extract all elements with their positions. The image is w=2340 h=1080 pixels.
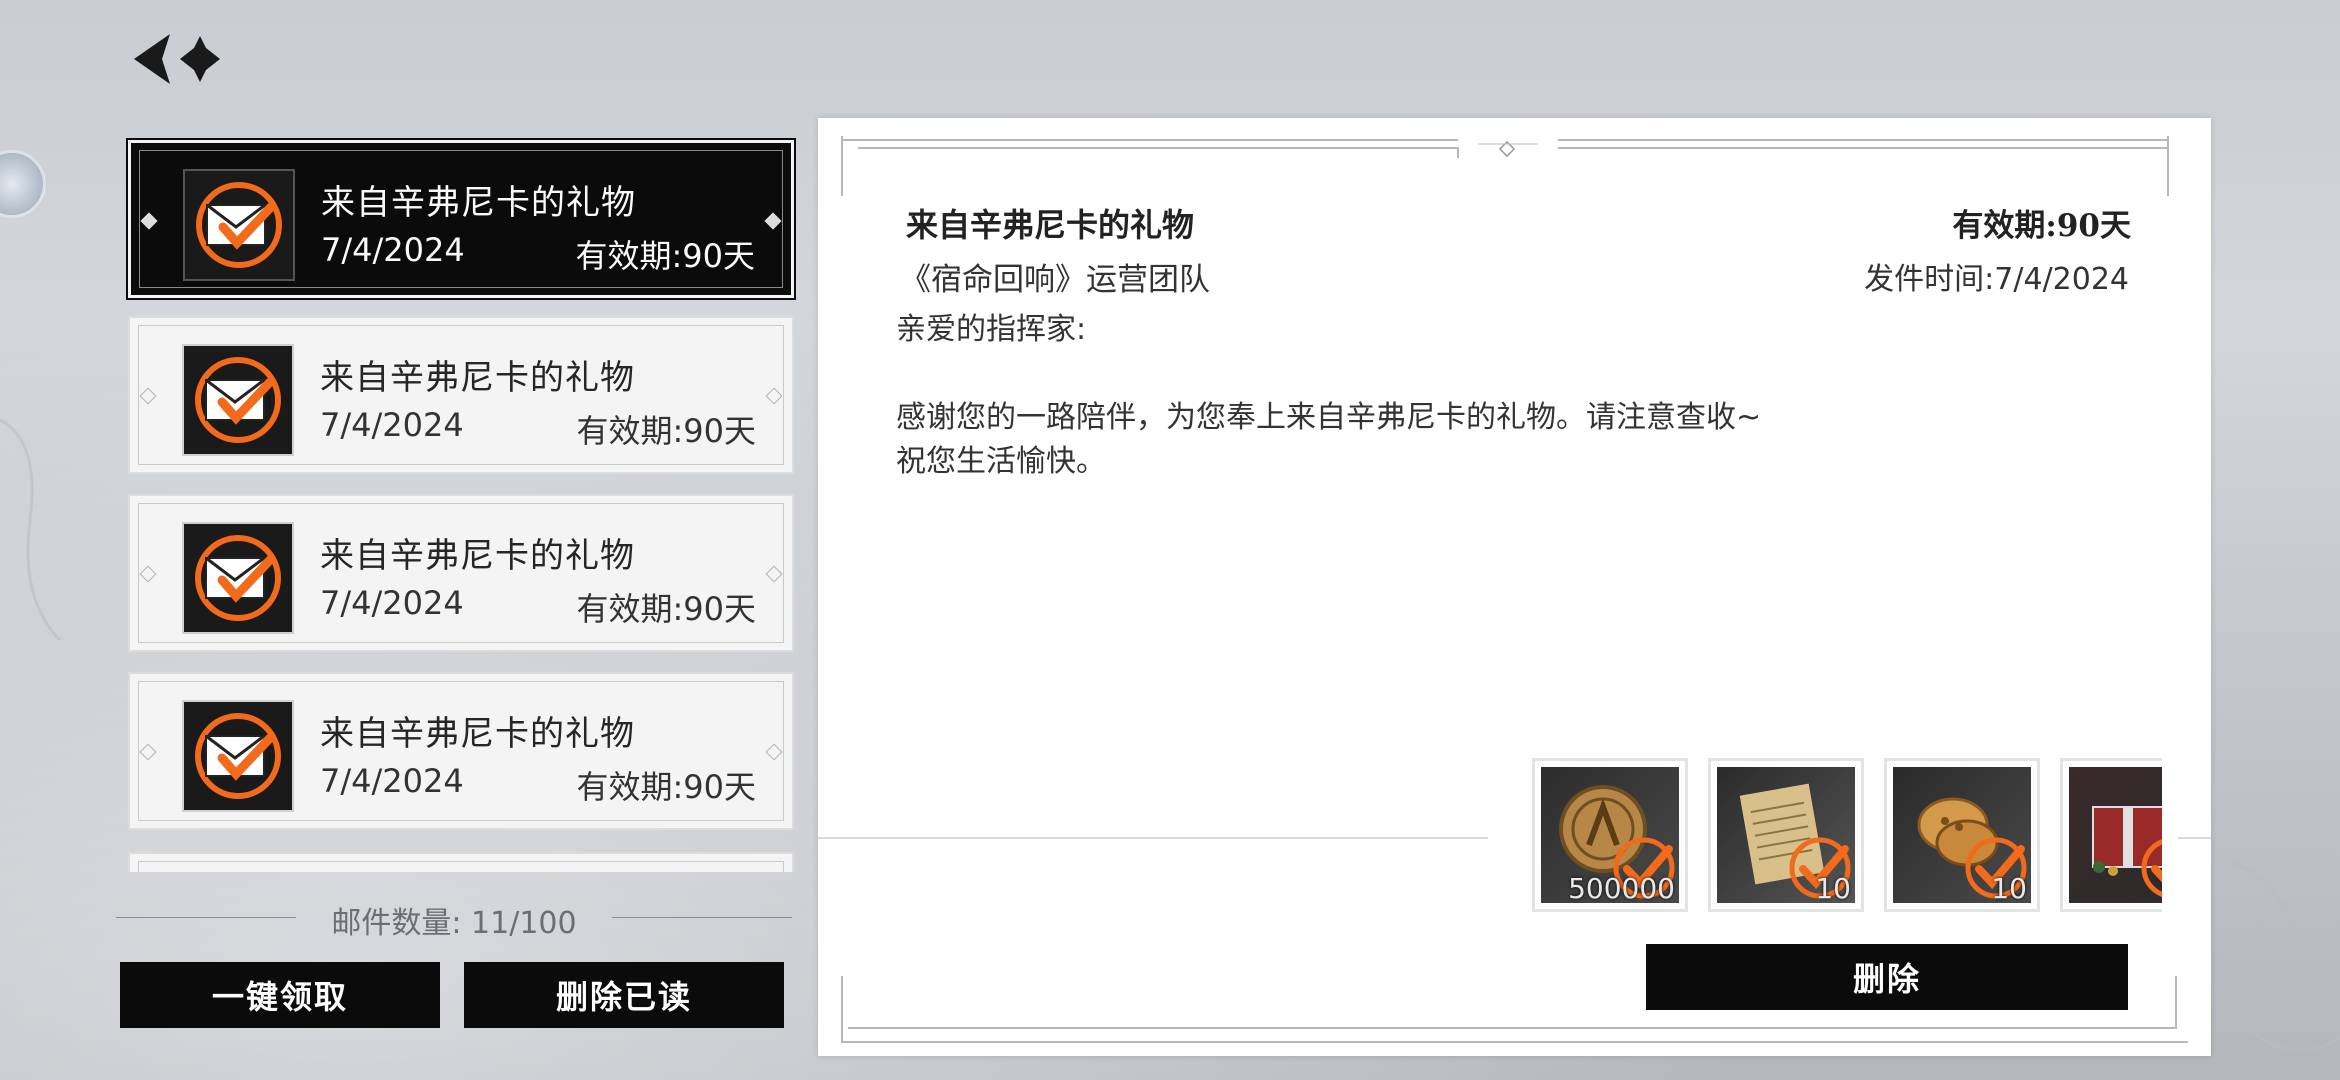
- delete-read-button[interactable]: 删除已读: [464, 962, 784, 1028]
- mail-date: 7/4/2024: [320, 406, 464, 444]
- reward-item[interactable]: 500000: [1532, 758, 1688, 912]
- mail-read-icon: [182, 344, 294, 456]
- mail-item-selected[interactable]: 来自辛弗尼卡的礼物 7/4/2024 有效期:90天: [126, 138, 796, 300]
- mail-read-icon: [182, 700, 294, 812]
- side-floating-orb[interactable]: [0, 150, 46, 218]
- mail-expiry: 有效期:90天: [576, 590, 756, 628]
- back-arrow-icon: [134, 34, 220, 84]
- claim-all-button[interactable]: 一键领取: [120, 962, 440, 1028]
- mail-item[interactable]: 来自辛弗尼卡的礼物 7/4/2024 有效期:90天: [128, 316, 794, 474]
- detail-greeting: 亲爱的指挥家:: [896, 312, 1087, 347]
- mail-date: 7/4/2024: [321, 231, 465, 269]
- mail-count: 邮件数量: 11/100: [331, 906, 577, 941]
- mail-count-row: 邮件数量: 11/100: [116, 898, 792, 941]
- reward-quantity: 10: [1815, 872, 1851, 905]
- detail-title: 来自辛弗尼卡的礼物: [906, 206, 1195, 244]
- mail-date: 7/4/2024: [320, 762, 464, 800]
- mail-item[interactable]: 来自辛弗尼卡的礼物 7/4/2024 有效期:90天: [128, 494, 794, 652]
- mail-read-icon: [182, 522, 294, 634]
- mail-expiry: 有效期:90天: [576, 412, 756, 450]
- mail-expiry: 有效期:90天: [575, 237, 755, 275]
- reward-item[interactable]: 10: [1708, 758, 1864, 912]
- reward-item[interactable]: [2060, 758, 2162, 912]
- back-button[interactable]: [128, 28, 228, 90]
- detail-body: 亲爱的指挥家: 感谢您的一路陪伴，为您奉上来自辛弗尼卡的礼物。请注意查收~ 祝您生…: [896, 308, 1996, 484]
- reward-quantity: 500000: [1568, 872, 1675, 905]
- mail-detail-panel: 来自辛弗尼卡的礼物 有效期:90天 《宿命回响》运营团队 发件时间:7/4/20…: [818, 118, 2211, 1056]
- mail-title: 来自辛弗尼卡的礼物: [320, 358, 635, 398]
- detail-sender: 《宿命回响》运营团队: [900, 262, 1210, 298]
- detail-send-time: 发件时间:7/4/2024: [1864, 262, 2129, 297]
- mail-read-icon: [183, 169, 295, 281]
- mail-list[interactable]: 来自辛弗尼卡的礼物 7/4/2024 有效期:90天 来自辛弗尼卡的礼物 7/4…: [126, 138, 798, 872]
- detail-message: 感谢您的一路陪伴，为您奉上来自辛弗尼卡的礼物。请注意查收~ 祝您生活愉快。: [896, 400, 1762, 479]
- mail-item[interactable]: 来自辛弗尼卡的礼物 7/4/2024 有效期:90天: [128, 672, 794, 830]
- reward-list[interactable]: 500000 10 10: [1512, 758, 2162, 928]
- detail-expiry: 有效期:90天: [1952, 208, 2131, 244]
- mail-date: 7/4/2024: [320, 584, 464, 622]
- mail-title: 来自辛弗尼卡的礼物: [320, 714, 635, 754]
- mail-title: 来自辛弗尼卡的礼物: [320, 536, 635, 576]
- reward-item[interactable]: 10: [1884, 758, 2040, 912]
- mail-expiry: 有效期:90天: [576, 768, 756, 806]
- delete-button[interactable]: 删除: [1646, 944, 2128, 1010]
- reward-quantity: 10: [1991, 872, 2027, 905]
- mail-item-partial[interactable]: [128, 852, 794, 872]
- claimed-check-icon: [2141, 839, 2162, 897]
- mail-title: 来自辛弗尼卡的礼物: [321, 183, 636, 223]
